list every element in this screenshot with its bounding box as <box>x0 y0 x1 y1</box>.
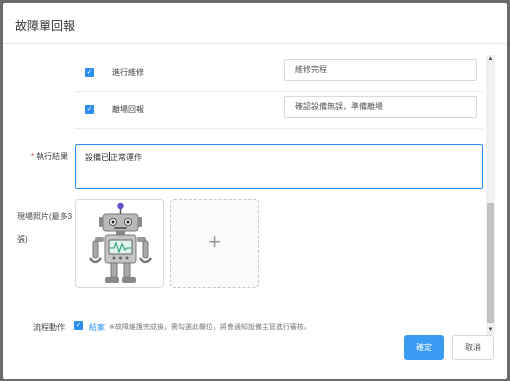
photo-upload-button[interactable]: + <box>170 199 259 288</box>
scrollbar[interactable]: ▲ ▼ <box>486 55 495 335</box>
leave-label: 離場回報 <box>112 105 144 114</box>
robot-image <box>88 202 152 283</box>
repair-label: 進行維修 <box>112 68 144 77</box>
leave-checkbox[interactable]: ✓ <box>85 105 94 114</box>
task-row-repair: ✓ 進行維修 維修完程 <box>75 55 483 92</box>
cancel-button[interactable]: 取消 <box>452 335 494 360</box>
dialog-body: ✓ 進行維修 維修完程 ✓ 離場回報 確認設備無誤，準備離場 * 執行結果 設備已… <box>3 55 486 335</box>
flow-label: 流程動作 <box>33 323 65 332</box>
leave-note-input[interactable]: 確認設備無誤，準備離場 <box>284 96 477 118</box>
confirm-button[interactable]: 確定 <box>404 335 444 360</box>
close-case-checkbox[interactable]: ✓ <box>74 321 83 330</box>
scrollbar-thumb[interactable] <box>487 203 494 323</box>
repair-note-input[interactable]: 維修完程 <box>284 59 477 81</box>
photos-label: 現場照片(最多3張) <box>17 212 73 244</box>
scroll-down-icon[interactable]: ▼ <box>486 326 495 335</box>
flow-note: ※故障維護完成後，需勾選此欄位，將會通知設備主管進行審核。 <box>109 324 311 331</box>
result-label: * 執行結果 <box>31 152 69 161</box>
repair-checkbox[interactable]: ✓ <box>85 68 94 77</box>
scroll-up-icon[interactable]: ▲ <box>486 55 495 64</box>
plus-icon: + <box>208 229 221 254</box>
required-mark: * <box>31 152 35 161</box>
result-textarea[interactable]: 設備已正常運作 <box>75 144 483 189</box>
task-row-leave: ✓ 離場回報 確認設備無誤，準備離場 <box>75 92 483 129</box>
dialog-title: 故障單回報 <box>15 19 76 33</box>
photo-thumbnail[interactable] <box>75 199 164 288</box>
close-case-link[interactable]: 結案 <box>89 322 105 333</box>
fault-report-dialog: 故障單回報 ✓ 進行維修 維修完程 ✓ 離場回報 確認設備無誤，準備離場 * 執行… <box>3 3 507 379</box>
header-divider <box>3 43 507 44</box>
